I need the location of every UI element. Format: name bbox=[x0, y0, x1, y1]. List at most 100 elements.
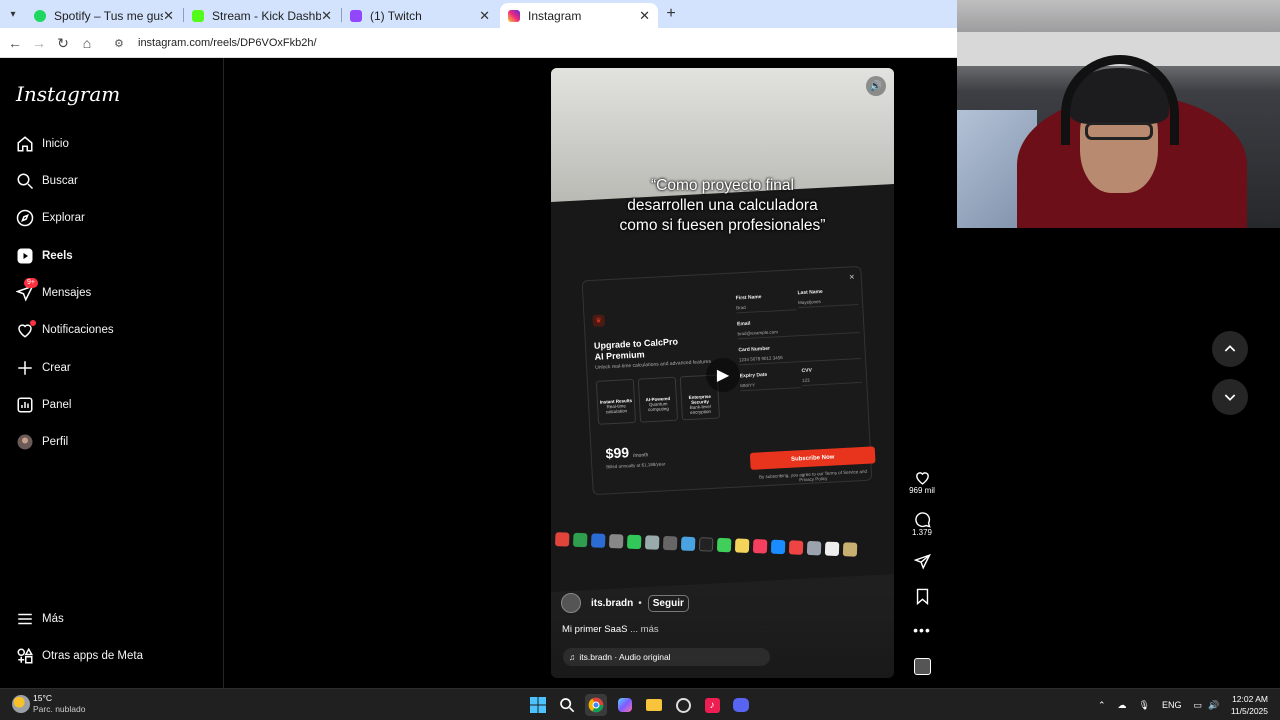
new-tab-plus-icon[interactable]: + bbox=[662, 5, 680, 23]
chevron-down-icon bbox=[1224, 394, 1236, 401]
sidebar-item-notificaciones[interactable]: Notificaciones bbox=[16, 318, 114, 342]
close-tab-icon[interactable]: ✕ bbox=[639, 8, 650, 24]
forward-arrow-icon[interactable]: → bbox=[30, 34, 48, 52]
sidebar-item-explorar[interactable]: Explorar bbox=[16, 206, 85, 230]
tab-title: Spotify – Tus me gusta bbox=[54, 8, 164, 23]
sidebar-item-label: Otras apps de Meta bbox=[42, 650, 143, 662]
windows-taskbar: 15°C Parc. nublado ♪ ⌃ ☁ 🎙 ENG ▭ 🔊 12:02… bbox=[0, 688, 1280, 720]
comment-icon[interactable] bbox=[906, 510, 938, 528]
bookmark-icon[interactable] bbox=[906, 587, 938, 605]
url-text: instagram.com/reels/DP6VOxFkb2h/ bbox=[138, 37, 317, 49]
url-input[interactable]: ⚙ instagram.com/reels/DP6VOxFkb2h/ bbox=[104, 31, 954, 55]
follow-button[interactable]: Seguir bbox=[647, 594, 689, 612]
spotify-favicon-icon bbox=[34, 9, 46, 22]
like-action[interactable]: 969 mil bbox=[906, 468, 938, 495]
field-value: Mayeljones bbox=[797, 297, 859, 309]
sidebar-item-mas[interactable]: Más bbox=[16, 607, 64, 631]
share-action[interactable] bbox=[906, 552, 938, 570]
field-label: Card Number bbox=[738, 345, 771, 354]
discord-icon[interactable] bbox=[730, 694, 752, 716]
kick-favicon-icon bbox=[192, 9, 204, 22]
tab-spotify[interactable]: Spotify – Tus me gusta ✕ bbox=[26, 3, 182, 28]
audio-thumbnail[interactable] bbox=[906, 657, 938, 675]
previous-reel-button[interactable] bbox=[1212, 331, 1248, 367]
comment-action[interactable]: 1.379 bbox=[906, 510, 938, 537]
dock-app-icon bbox=[824, 541, 840, 557]
back-arrow-icon[interactable]: ← bbox=[6, 34, 24, 52]
home-icon[interactable]: ⌂ bbox=[78, 34, 96, 52]
system-tray: ⌃ ☁ 🎙 ENG ▭ 🔊 bbox=[1098, 689, 1219, 720]
feature-sub: Quantum computing bbox=[647, 401, 669, 413]
sidebar-item-buscar[interactable]: Buscar bbox=[16, 169, 78, 193]
dock-app-icon bbox=[806, 540, 822, 556]
search-icon[interactable] bbox=[556, 694, 578, 716]
sidebar-item-meta-apps[interactable]: Otras apps de Meta bbox=[16, 644, 143, 668]
subscribe-now-button: Subscribe Now bbox=[749, 446, 876, 470]
field-value: MM/YY bbox=[740, 380, 801, 392]
tab-kick[interactable]: Stream - Kick Dashboard ✕ bbox=[184, 3, 340, 28]
audio-pill[interactable]: ♫ its.bradn · Audio original bbox=[563, 648, 770, 666]
system-clock[interactable]: 12:02 AM 11/5/2025 bbox=[1218, 693, 1268, 717]
tab-twitch[interactable]: (1) Twitch ✕ bbox=[342, 3, 498, 28]
avatar-icon bbox=[16, 433, 34, 451]
feature-card: Instant Results Real-time calculation bbox=[595, 378, 637, 425]
share-icon[interactable] bbox=[906, 552, 938, 570]
speaker-mute-icon[interactable]: 🔊 bbox=[866, 76, 886, 96]
tab-instagram[interactable]: Instagram ✕ bbox=[500, 3, 658, 28]
dock-app-icon bbox=[734, 538, 750, 553]
reel-video[interactable]: “Como proyecto final desarrollen una cal… bbox=[551, 68, 894, 678]
more-dots-icon[interactable]: ••• bbox=[906, 621, 938, 639]
heart-icon[interactable] bbox=[906, 468, 938, 486]
more-options-action[interactable]: ••• bbox=[906, 621, 938, 639]
author-name[interactable]: its.bradn bbox=[591, 598, 633, 609]
reel-overlay-text: “Como proyecto final desarrollen una cal… bbox=[551, 176, 894, 236]
close-tab-icon[interactable]: ✕ bbox=[321, 8, 332, 24]
sidebar-item-inicio[interactable]: Inicio bbox=[16, 132, 69, 156]
file-explorer-icon[interactable] bbox=[643, 694, 665, 716]
play-icon[interactable]: ▶ bbox=[706, 358, 740, 392]
tab-list-chevron-icon[interactable]: ▾ bbox=[4, 6, 22, 22]
copilot-icon[interactable] bbox=[614, 694, 636, 716]
dock-app-icon bbox=[698, 537, 714, 552]
reload-icon[interactable]: ↻ bbox=[54, 34, 72, 52]
field-value: Brad bbox=[736, 302, 797, 314]
chevron-up-icon[interactable]: ⌃ bbox=[1098, 700, 1106, 711]
close-tab-icon[interactable]: ✕ bbox=[479, 8, 490, 24]
author-avatar[interactable] bbox=[561, 593, 581, 613]
dock-app-icon bbox=[770, 539, 786, 555]
save-action[interactable] bbox=[906, 587, 938, 605]
instagram-sidebar: Instagram Inicio Buscar Explorar Reels 9… bbox=[0, 58, 224, 688]
tab-title: (1) Twitch bbox=[370, 8, 422, 23]
onedrive-icon[interactable]: ☁ bbox=[1118, 700, 1127, 711]
caption-more-link[interactable]: ... más bbox=[630, 624, 659, 635]
field-label: CVV bbox=[801, 367, 813, 375]
sidebar-item-reels[interactable]: Reels bbox=[16, 244, 73, 268]
start-windows-icon[interactable] bbox=[527, 694, 549, 716]
temperature: 15°C bbox=[33, 693, 52, 703]
dock-app-icon bbox=[680, 536, 696, 552]
language-indicator[interactable]: ENG bbox=[1162, 700, 1182, 710]
author-separator: • bbox=[638, 597, 642, 609]
address-bar-row: ← → ↻ ⌂ ⚙ instagram.com/reels/DP6VOxFkb2… bbox=[0, 28, 957, 58]
weather-widget[interactable]: 15°C Parc. nublado bbox=[12, 693, 85, 715]
close-tab-icon[interactable]: ✕ bbox=[163, 8, 174, 24]
browser-tab-bar: ▾ Spotify – Tus me gusta ✕ Stream - Kick… bbox=[0, 0, 957, 28]
steam-settings-icon[interactable] bbox=[672, 694, 694, 716]
sidebar-item-mensajes[interactable]: 9+ Mensajes bbox=[16, 278, 91, 305]
instagram-favicon-icon bbox=[508, 9, 520, 22]
instagram-logo[interactable]: Instagram bbox=[16, 82, 120, 106]
tiktok-icon[interactable]: ♪ bbox=[701, 694, 723, 716]
sidebar-item-crear[interactable]: Crear bbox=[16, 356, 71, 380]
microphone-icon[interactable]: 🎙 bbox=[1139, 700, 1150, 711]
price-value: $99 bbox=[605, 444, 630, 462]
network-icon[interactable]: ▭ bbox=[1194, 700, 1203, 711]
next-reel-button[interactable] bbox=[1212, 379, 1248, 415]
site-settings-icon[interactable]: ⚙ bbox=[114, 37, 128, 50]
field-label: First Name bbox=[735, 294, 762, 302]
dock-app-icon bbox=[608, 534, 624, 549]
chrome-icon[interactable] bbox=[585, 694, 607, 716]
sidebar-item-panel[interactable]: Panel bbox=[16, 393, 71, 417]
audio-cover-icon[interactable] bbox=[906, 657, 938, 675]
sidebar-item-perfil[interactable]: Perfil bbox=[16, 430, 68, 454]
overlay-line: desarrollen una calculadora bbox=[627, 197, 818, 214]
